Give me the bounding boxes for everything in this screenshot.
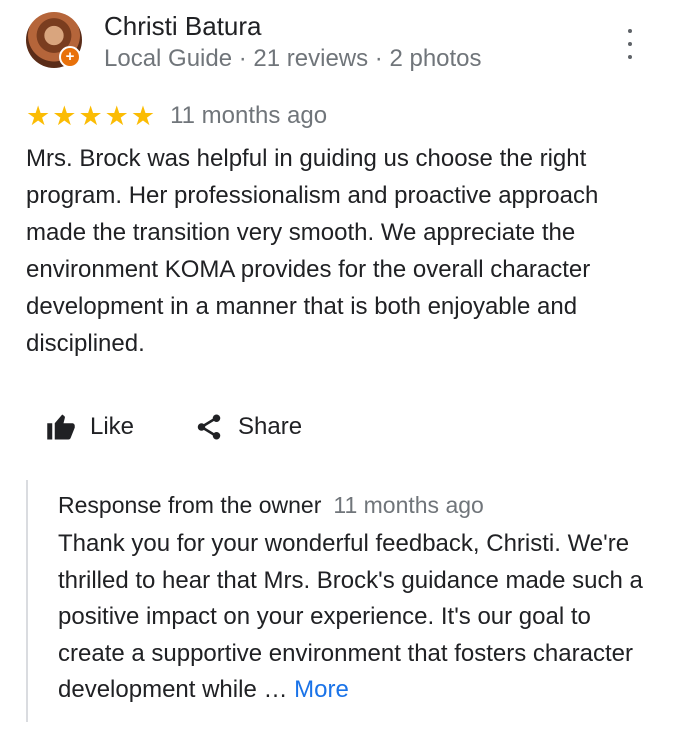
owner-response-title: Response from the owner (58, 492, 322, 518)
more-vert-icon (628, 55, 632, 59)
owner-response-header: Response from the owner 11 months ago (58, 492, 484, 519)
owner-response-text: Thank you for your wonderful feedback, C… (58, 526, 658, 709)
more-link[interactable]: More (294, 676, 349, 703)
reviewer-meta: Local Guide · 21 reviews · 2 photos (104, 45, 482, 72)
review-actions: Like Share (46, 406, 302, 448)
star-rating: ★ ★ ★ ★ ★ (26, 103, 155, 130)
share-button[interactable]: Share (194, 412, 302, 442)
review-text: Mrs. Brock was helpful in guiding us cho… (26, 145, 599, 357)
more-options-button[interactable] (621, 29, 639, 59)
like-button[interactable]: Like (46, 413, 134, 441)
rating-row: ★ ★ ★ ★ ★ 11 months ago (26, 100, 327, 132)
more-vert-icon (628, 42, 632, 46)
avatar[interactable]: + (26, 12, 82, 68)
reviewer-header: + Christi Batura Local Guide · 21 review… (26, 11, 656, 73)
owner-response: Response from the owner 11 months ago Tha… (26, 480, 656, 722)
thumbs-up-icon (47, 414, 75, 440)
local-guide-badge-icon: + (59, 46, 81, 68)
owner-response-date: 11 months ago (333, 492, 484, 518)
share-label: Share (238, 413, 303, 440)
star-icon: ★ (104, 100, 129, 132)
review-date: 11 months ago (170, 102, 328, 129)
reviewer-name[interactable]: Christi Batura (104, 11, 262, 42)
star-icon: ★ (26, 100, 51, 132)
star-icon: ★ (78, 100, 103, 132)
more-vert-icon (628, 29, 632, 33)
star-icon: ★ (52, 100, 77, 132)
like-label: Like (90, 413, 135, 440)
star-icon: ★ (130, 100, 156, 132)
owner-response-body: Thank you for your wonderful feedback, C… (58, 530, 643, 703)
share-icon (197, 414, 221, 440)
